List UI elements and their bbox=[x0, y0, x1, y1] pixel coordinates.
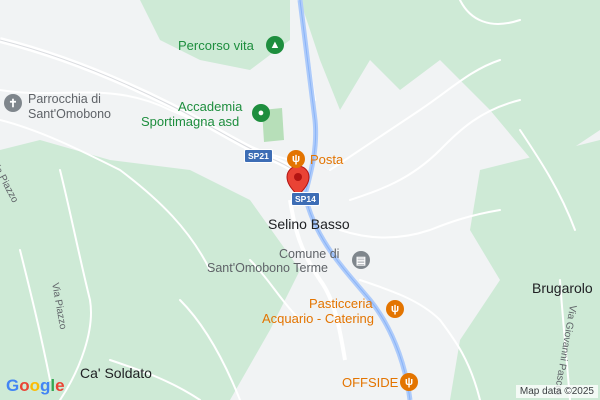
poi-pasticceria-line1[interactable]: Pasticceria bbox=[309, 297, 373, 310]
poi-parrocchia-line2[interactable]: Sant'Omobono bbox=[28, 108, 111, 121]
poi-accademia-line2[interactable]: Sportimagna asd bbox=[141, 115, 239, 128]
sports-icon[interactable]: ● bbox=[252, 104, 270, 122]
church-icon[interactable]: ✝ bbox=[4, 94, 22, 112]
poi-comune-line2[interactable]: Sant'Omobono Terme bbox=[207, 262, 328, 275]
poi-accademia-line1[interactable]: Accademia bbox=[178, 100, 242, 113]
poi-posta[interactable]: Posta bbox=[310, 153, 343, 166]
place-brugarolo: Brugarolo bbox=[532, 280, 593, 296]
poi-parrocchia-line1[interactable]: Parrocchia di bbox=[28, 93, 101, 106]
map-attribution[interactable]: Map data ©2025 bbox=[515, 385, 598, 398]
restaurant-icon[interactable]: ψ bbox=[400, 373, 418, 391]
road-shield-sp21: SP21 bbox=[244, 149, 273, 163]
poi-percorso-vita[interactable]: Percorso vita bbox=[178, 39, 254, 52]
townhall-icon[interactable]: ▤ bbox=[352, 251, 370, 269]
place-ca-soldato: Ca' Soldato bbox=[80, 365, 152, 381]
google-logo[interactable]: Google bbox=[6, 376, 65, 396]
poi-comune-line1[interactable]: Comune di bbox=[279, 248, 339, 261]
tree-icon[interactable]: ▲ bbox=[266, 36, 284, 54]
place-selino-basso: Selino Basso bbox=[268, 216, 350, 232]
poi-pasticceria-line2[interactable]: Acquario - Catering bbox=[262, 312, 374, 325]
road-shield-sp14: SP14 bbox=[291, 192, 320, 206]
map-canvas[interactable]: ▲ ✝ ● ψ ▤ ψ ψ Percorso vita Parrocchia d… bbox=[0, 0, 600, 400]
restaurant-icon[interactable]: ψ bbox=[386, 300, 404, 318]
poi-offside[interactable]: OFFSIDE bbox=[342, 376, 398, 389]
restaurant-icon[interactable]: ψ bbox=[287, 150, 305, 168]
